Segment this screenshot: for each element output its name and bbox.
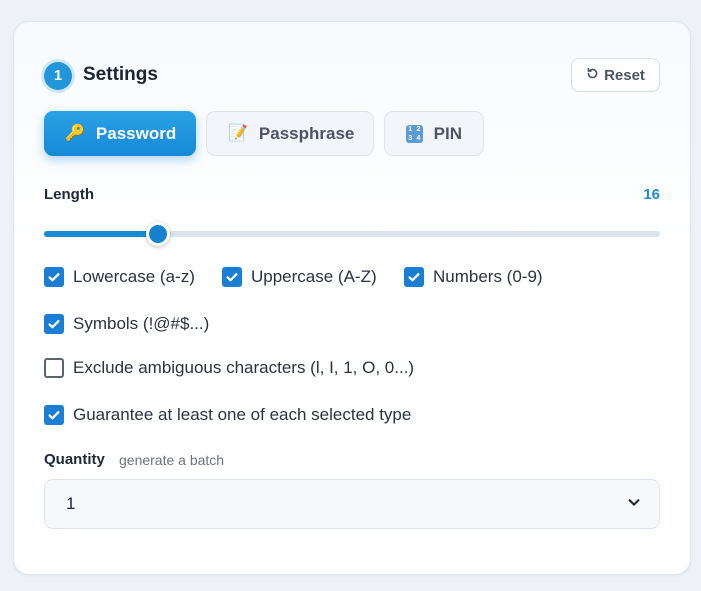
length-row: Length 16 [44,186,660,206]
settings-card: 1 Settings Reset 🔑 Password 📝 Passphrase… [13,21,691,575]
quantity-selected-value: 1 [66,494,76,513]
tab-password[interactable]: 🔑 Password [44,111,196,156]
tab-pin-label: PIN [433,123,462,143]
key-icon: 🔑 [65,124,85,142]
checkbox-lowercase[interactable] [44,267,64,287]
option-guarantee-each-type[interactable]: Guarantee at least one of each selected … [44,405,411,425]
quantity-hint: generate a batch [119,452,225,468]
settings-title: Settings [83,64,158,85]
length-value: 16 [643,186,660,203]
tab-password-label: Password [95,123,177,143]
slider-fill [44,231,158,237]
chevron-down-icon [627,494,641,514]
quantity-label: Quantity [44,451,105,468]
step-badge: 1 [44,62,72,90]
input-numbers-icon: 1234 [406,124,423,143]
reset-label: Reset [604,66,645,84]
option-lowercase-label: Lowercase (a-z) [73,267,195,286]
reset-button[interactable]: Reset [571,58,660,92]
option-numbers[interactable]: Numbers (0-9) [404,267,543,287]
length-slider[interactable] [44,222,660,246]
option-uppercase-label: Uppercase (A-Z) [251,267,377,286]
checkbox-exclude-ambiguous[interactable] [44,358,64,378]
checkbox-guarantee-each-type[interactable] [44,405,64,425]
checkbox-symbols[interactable] [44,314,64,334]
option-uppercase[interactable]: Uppercase (A-Z) [222,267,377,287]
checkbox-numbers[interactable] [404,267,424,287]
option-guarantee-each-type-label: Guarantee at least one of each selected … [73,405,412,424]
tab-passphrase-label: Passphrase [258,123,355,143]
option-numbers-label: Numbers (0-9) [433,267,543,286]
mode-tabs: 🔑 Password 📝 Passphrase 1234 PIN [44,111,484,156]
checkbox-uppercase[interactable] [222,267,242,287]
length-label: Length [44,186,94,203]
tab-pin[interactable]: 1234 PIN [384,111,484,156]
quantity-select[interactable]: 1 [44,479,660,529]
reset-icon [586,67,599,84]
option-symbols-label: Symbols (!@#$...) [73,314,210,333]
memo-icon: 📝 [228,124,248,142]
tab-passphrase[interactable]: 📝 Passphrase [206,111,374,156]
option-symbols[interactable]: Symbols (!@#$...) [44,314,209,334]
option-exclude-ambiguous[interactable]: Exclude ambiguous characters (l, I, 1, O… [44,358,414,378]
slider-thumb[interactable] [145,222,170,246]
settings-header: 1 Settings Reset [44,58,660,94]
option-lowercase[interactable]: Lowercase (a-z) [44,267,195,287]
option-exclude-ambiguous-label: Exclude ambiguous characters (l, I, 1, O… [73,358,415,377]
